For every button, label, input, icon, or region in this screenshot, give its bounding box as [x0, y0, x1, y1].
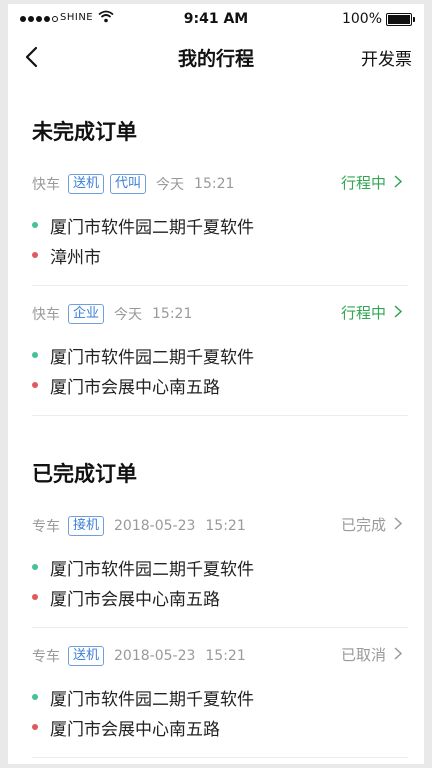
vehicle-type: 专车	[32, 649, 60, 665]
origin-dot-icon	[32, 694, 38, 700]
vehicle-type: 快车	[32, 307, 60, 323]
destination-dot-icon	[32, 724, 38, 730]
order-status[interactable]: 已完成	[340, 514, 403, 535]
chevron-right-icon	[394, 516, 403, 534]
order-date: 2018-05-23	[114, 518, 196, 534]
order-date: 2018-05-23	[114, 648, 196, 664]
divider	[32, 415, 408, 416]
unfinished-orders-title: 未完成订单	[32, 120, 137, 144]
order-card[interactable]: 快车 企业 今天 15:21 行程中 厦门市软件园二期千夏软件 厦门市会展中心南…	[32, 288, 408, 416]
order-tag: 送机	[68, 174, 105, 194]
destination-address-text: 厦门市会展中心南五路	[50, 589, 220, 610]
origin-address-text: 厦门市软件园二期千夏软件	[50, 347, 254, 368]
destination-address: 厦门市会展中心南五路	[32, 586, 220, 610]
order-tag: 企业	[68, 304, 105, 324]
order-card[interactable]: 快车 送机 代叫 今天 15:21 行程中 厦门市软件园二期千夏软件 漳州市	[32, 158, 408, 286]
destination-dot-icon	[32, 594, 38, 600]
destination-address-text: 厦门市会展中心南五路	[50, 377, 220, 398]
order-status-label: 已完成	[340, 516, 386, 534]
order-status[interactable]: 已取消	[340, 644, 403, 665]
origin-dot-icon	[32, 352, 38, 358]
origin-address: 厦门市软件园二期千夏软件	[32, 556, 254, 580]
vehicle-type: 专车	[32, 519, 60, 535]
order-date: 今天	[156, 177, 185, 193]
destination-dot-icon	[32, 382, 38, 388]
destination-address-text: 厦门市会展中心南五路	[50, 719, 220, 740]
chevron-right-icon	[394, 174, 403, 192]
chevron-right-icon	[394, 304, 403, 322]
origin-address: 厦门市软件园二期千夏软件	[32, 214, 254, 238]
order-time: 15:21	[205, 648, 246, 664]
order-card[interactable]: 专车 送机 2018-05-23 15:21 已取消 厦门市软件园二期千夏软件 …	[32, 630, 408, 758]
status-bar: SHINE 9:41 AM 100%	[8, 4, 424, 34]
origin-address: 厦门市软件园二期千夏软件	[32, 344, 254, 368]
origin-dot-icon	[32, 564, 38, 570]
vehicle-type: 快车	[32, 177, 60, 193]
finished-orders-title: 已完成订单	[32, 462, 137, 486]
destination-address-text: 漳州市	[50, 247, 101, 268]
order-time: 15:21	[152, 306, 193, 322]
order-tag: 接机	[68, 516, 105, 536]
divider	[32, 757, 408, 758]
order-status-label: 行程中	[340, 304, 386, 322]
destination-dot-icon	[32, 252, 38, 258]
app-screen: SHINE 9:41 AM 100% 我的行程 开发票 未完成订单 快车 送机 …	[8, 4, 424, 764]
chevron-right-icon	[394, 646, 403, 664]
order-status-label: 已取消	[340, 646, 386, 664]
issue-invoice-button[interactable]: 开发票	[361, 45, 412, 70]
order-tag: 代叫	[110, 174, 147, 194]
order-tag: 送机	[68, 646, 105, 666]
order-status[interactable]: 行程中	[340, 302, 403, 323]
origin-address-text: 厦门市软件园二期千夏软件	[50, 689, 254, 710]
divider	[32, 285, 408, 286]
order-time: 15:21	[205, 518, 246, 534]
origin-address-text: 厦门市软件园二期千夏软件	[50, 217, 254, 238]
divider	[32, 627, 408, 628]
origin-dot-icon	[32, 222, 38, 228]
order-time: 15:21	[194, 176, 235, 192]
navigation-bar: 我的行程 开发票	[8, 34, 424, 80]
battery-icon	[386, 13, 415, 26]
origin-address-text: 厦门市软件园二期千夏软件	[50, 559, 254, 580]
destination-address: 漳州市	[32, 244, 101, 268]
order-date: 今天	[114, 307, 143, 323]
order-card[interactable]: 专车 接机 2018-05-23 15:21 已完成 厦门市软件园二期千夏软件 …	[32, 500, 408, 628]
destination-address: 厦门市会展中心南五路	[32, 374, 220, 398]
order-status-label: 行程中	[340, 174, 386, 192]
origin-address: 厦门市软件园二期千夏软件	[32, 686, 254, 710]
order-status[interactable]: 行程中	[340, 172, 403, 193]
battery-percentage: 100%	[341, 11, 382, 27]
destination-address: 厦门市会展中心南五路	[32, 716, 220, 740]
